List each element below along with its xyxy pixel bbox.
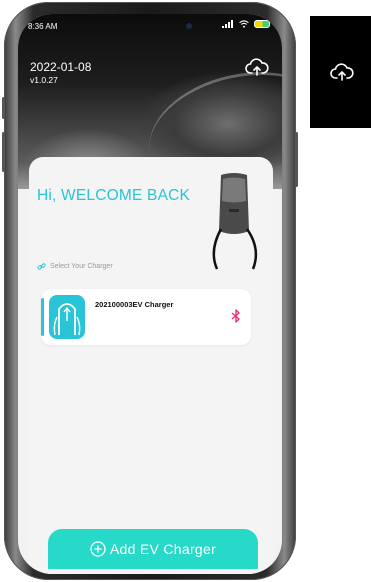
add-ev-charger-button[interactable]: Add EV Charger [48,529,258,569]
charger-list-item[interactable]: 202100003EV Charger [41,289,251,345]
add-circle-icon [90,541,106,557]
welcome-heading: Hi, WELCOME BACK [37,187,191,204]
welcome-card: Hi, WELCOME BACK Select Your Charger 202… [29,157,273,574]
side-button [2,97,5,119]
wifi-icon [239,20,249,28]
bluetooth-icon [231,309,240,323]
system-icons [222,20,270,28]
ev-charger-icon [49,295,85,339]
wallbox-charger-image [212,173,258,270]
add-ev-charger-label: Add EV Charger [109,541,217,557]
signal-icon [222,20,233,28]
date-label: 2022-01-08 [30,60,92,74]
phone-frame: 8:36 AM 2022-01-08 v1.0.27 Hi, WELCOME B… [2,2,298,580]
link-icon [37,263,46,270]
cloud-upload-icon[interactable] [245,56,269,78]
charger-name: 202100003EV Charger [95,300,174,309]
camera-dot [186,23,192,29]
status-bar: 8:36 AM [18,14,282,36]
select-charger-row: Select Your Charger [37,262,113,271]
status-time: 8:36 AM [28,22,58,31]
side-button [2,132,5,172]
battery-icon [254,20,270,28]
version-label: v1.0.27 [30,75,58,85]
app-screen: 8:36 AM 2022-01-08 v1.0.27 Hi, WELCOME B… [18,14,282,574]
cloud-upload-icon[interactable] [330,61,354,83]
selected-indicator [41,298,44,336]
side-button [295,132,298,187]
select-charger-label: Select Your Charger [50,263,113,270]
